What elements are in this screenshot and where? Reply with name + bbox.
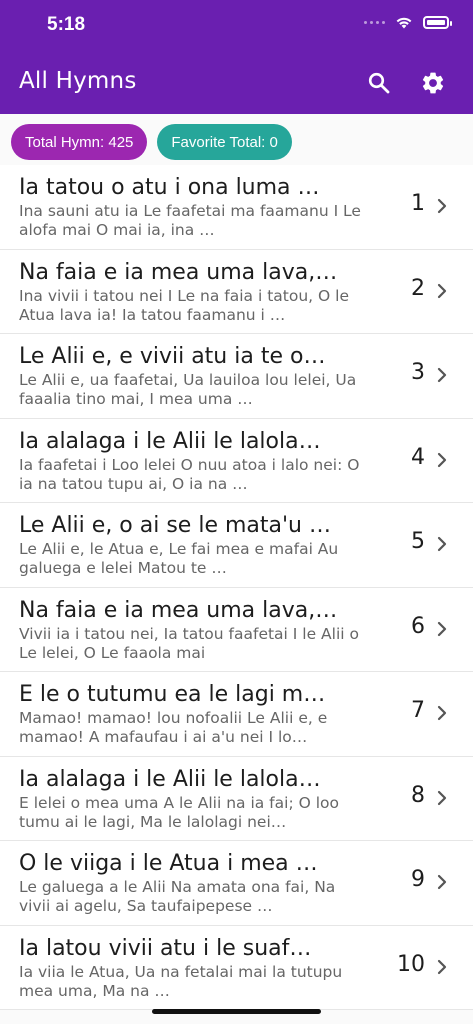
chevron-right-icon <box>437 367 447 383</box>
hymn-preview: E lelei o mea uma A le Alii na ia fai; O… <box>19 793 339 831</box>
signal-icon <box>364 21 385 24</box>
hymn-list-item[interactable]: Na faia e ia mea uma lava,… Vivii ia i ta… <box>0 587 473 672</box>
chevron-right-icon <box>437 790 447 805</box>
chevron-right-icon <box>437 452 447 467</box>
search-icon <box>368 72 390 94</box>
status-icons <box>364 16 452 29</box>
status-bar: 5:18 <box>0 0 473 50</box>
hymn-title: Le Alii e, o ai se le mata'u … <box>19 513 331 538</box>
hymn-list-item[interactable]: O le viiga i le Atua i mea … Le galuega a… <box>0 841 473 926</box>
page-title: All Hymns <box>19 68 137 94</box>
hymn-number: 3 <box>411 360 425 385</box>
chevron-right-icon <box>437 874 447 890</box>
hymn-title: Ia tatou o atu i ona luma … <box>19 175 320 200</box>
hymn-number: 7 <box>411 698 425 723</box>
hymn-title: Na faia e ia mea uma lava,… <box>19 259 338 285</box>
chevron-right-icon <box>437 283 447 298</box>
hymn-list-item[interactable]: Ia latou vivii atu i le suaf… Ia viia le … <box>0 925 473 1010</box>
hymn-number: 9 <box>411 867 425 892</box>
hymn-title: Ia alalaga i le Alii le lalola… <box>19 428 321 454</box>
hymn-number: 4 <box>411 444 425 470</box>
hymn-list-item[interactable]: Le Alii e, o ai se le mata'u … Le Alii e,… <box>0 503 473 588</box>
chevron-right-icon <box>437 621 447 636</box>
total-hymn-chip[interactable]: Total Hymn: 425 <box>11 124 148 160</box>
chevron-right-icon <box>437 536 447 552</box>
summary-chips: Total Hymn: 425 Favorite Total: 0 <box>11 124 292 160</box>
hymn-preview: Ia faafetai i Loo lelei O nuu atoa i lal… <box>19 455 360 493</box>
gear-icon <box>422 72 444 94</box>
hymn-title: E le o tutumu ea le lagi m… <box>19 682 326 707</box>
app-bar: 5:18 All Hymns <box>0 0 473 114</box>
hymn-preview: Ina vivii i tatou nei I Le na faia i tat… <box>19 286 350 324</box>
hymn-title: Na faia e ia mea uma lava,… <box>19 597 338 623</box>
hymn-preview: Ina sauni atu ia Le faafetai ma faamanu … <box>19 202 361 239</box>
hymn-number: 10 <box>397 951 425 977</box>
wifi-icon <box>396 17 412 29</box>
hymn-number: 8 <box>411 782 425 808</box>
chevron-right-icon <box>437 959 447 974</box>
hymn-list: Ia tatou o atu i ona luma … Ina sauni atu… <box>0 165 473 1010</box>
status-time: 5:18 <box>47 14 86 35</box>
battery-icon <box>423 16 452 29</box>
chevron-right-icon <box>437 705 447 721</box>
hymn-list-item[interactable]: E le o tutumu ea le lagi m… Mamao! mamao!… <box>0 672 473 757</box>
hymn-preview: Ia viia le Atua, Ua na fetalai mai la tu… <box>19 962 343 1000</box>
hymn-list-item[interactable]: Ia alalaga i le Alii le lalola… Ia faafet… <box>0 418 473 503</box>
settings-button[interactable] <box>418 68 448 98</box>
hymn-number: 5 <box>411 529 425 554</box>
hymn-list-item[interactable]: Na faia e ia mea uma lava,… Ina vivii i t… <box>0 249 473 334</box>
hymn-number: 2 <box>411 275 425 301</box>
hymn-preview: Le Alii e, ua faafetai, Ua lauiloa lou l… <box>19 371 357 408</box>
favorite-total-chip[interactable]: Favorite Total: 0 <box>157 124 292 160</box>
home-indicator <box>152 1009 321 1014</box>
hymn-title: Ia alalaga i le Alii le lalola… <box>19 766 321 792</box>
hymn-list-item[interactable]: Le Alii e, e vivii atu ia te o… Le Alii e… <box>0 334 473 419</box>
hymn-title: Ia latou vivii atu i le suaf… <box>19 935 312 961</box>
hymn-list-item[interactable]: Ia tatou o atu i ona luma … Ina sauni atu… <box>0 165 473 250</box>
hymn-preview: Le Alii e, le Atua e, Le fai mea e mafai… <box>19 540 339 577</box>
hymn-title: Le Alii e, e vivii atu ia te o… <box>19 344 326 369</box>
hymn-number: 6 <box>411 613 425 639</box>
hymn-number: 1 <box>411 191 425 216</box>
search-button[interactable] <box>364 68 394 98</box>
hymn-preview: Mamao! mamao! lou nofoalii Le Alii e, e … <box>19 709 328 746</box>
hymn-list-item[interactable]: Ia alalaga i le Alii le lalola… E lelei o… <box>0 756 473 841</box>
hymn-preview: Le galuega a le Alii Na amata ona fai, N… <box>19 878 336 915</box>
hymn-preview: Vivii ia i tatou nei, Ia tatou faafetai … <box>19 624 359 662</box>
chevron-right-icon <box>437 198 447 214</box>
hymn-title: O le viiga i le Atua i mea … <box>19 851 318 876</box>
